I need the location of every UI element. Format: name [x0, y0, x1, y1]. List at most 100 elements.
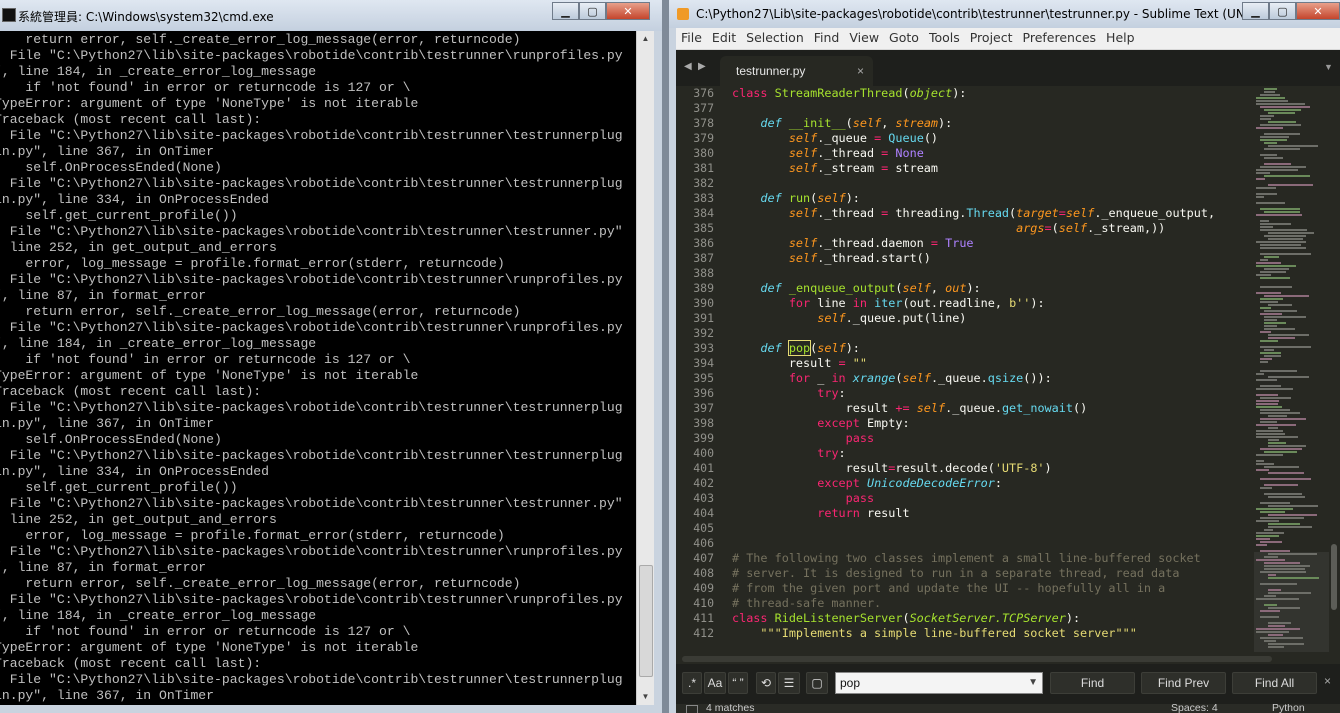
line-number: 393	[693, 341, 714, 355]
status-indentation[interactable]: Spaces: 4	[1171, 704, 1218, 713]
minimap-line	[1260, 610, 1280, 612]
minimap-line	[1256, 463, 1274, 465]
menu-view[interactable]: View	[844, 28, 884, 45]
menu-project[interactable]: Project	[965, 28, 1018, 45]
minimap-line	[1268, 415, 1287, 417]
sublime-window: C:\Python27\Lib\site-packages\robotide\c…	[669, 0, 1340, 713]
scroll-up-icon[interactable]: ▲	[637, 31, 654, 47]
minimap-line	[1260, 583, 1297, 585]
tab-list-icon[interactable]: ▼	[1324, 62, 1333, 72]
maximize-icon[interactable]: ▢	[1269, 2, 1296, 20]
tab-next-icon[interactable]: ▶	[698, 61, 706, 72]
minimap-line	[1264, 91, 1275, 93]
minimap-line	[1260, 346, 1311, 348]
console-output[interactable]: return error, self._create_error_log_mes…	[0, 31, 636, 705]
minimize-icon[interactable]: ▁	[1242, 2, 1269, 20]
close-find-panel-icon[interactable]: ×	[1324, 674, 1331, 688]
case-sensitive-toggle[interactable]: Aa	[704, 672, 726, 694]
code-line: self._thread = None	[788, 146, 924, 160]
minimap-line	[1260, 385, 1281, 387]
menu-file[interactable]: File	[676, 28, 707, 45]
tab-testrunner[interactable]: testrunner.py ×	[720, 56, 873, 86]
close-icon[interactable]: ✕	[606, 2, 650, 20]
menu-tools[interactable]: Tools	[924, 28, 965, 45]
code-line: class StreamReaderThread(object):	[732, 86, 967, 100]
minimap[interactable]	[1254, 86, 1329, 656]
editor-scroll-thumb[interactable]	[1331, 544, 1337, 610]
minimap-line	[1264, 319, 1277, 321]
minimap-line	[1256, 127, 1283, 129]
minimap-line	[1268, 592, 1311, 594]
line-number: 406	[693, 536, 714, 550]
minimap-line	[1264, 556, 1278, 558]
maximize-icon[interactable]: ▢	[579, 2, 606, 20]
find-input[interactable]: pop ▼	[835, 672, 1043, 694]
tab-prev-icon[interactable]: ◀	[684, 61, 692, 72]
minimap-line	[1268, 112, 1295, 114]
line-number: 387	[693, 251, 714, 265]
wrap-toggle-icon[interactable]: ⟲	[756, 672, 776, 694]
minimap-line	[1268, 238, 1303, 240]
line-number: 392	[693, 326, 714, 340]
minimap-line	[1260, 139, 1287, 141]
regex-toggle[interactable]: .*	[682, 672, 702, 694]
minimap-line	[1264, 316, 1306, 318]
minimize-icon[interactable]: ▁	[552, 2, 579, 20]
menu-edit[interactable]: Edit	[707, 28, 741, 45]
minimap-line	[1260, 550, 1290, 552]
code-view[interactable]: class StreamReaderThread(object): def __…	[732, 86, 1254, 656]
minimap-line	[1264, 268, 1289, 270]
panel-toggle-icon[interactable]	[686, 705, 698, 713]
minimap-line	[1256, 274, 1271, 276]
code-line: self._thread.start()	[788, 251, 931, 265]
menu-goto[interactable]: Goto	[884, 28, 924, 45]
menu-help[interactable]: Help	[1101, 28, 1140, 45]
minimap-line	[1256, 454, 1283, 456]
line-number: 403	[693, 491, 714, 505]
find-prev-button[interactable]: Find Prev	[1141, 672, 1226, 694]
sublime-titlebar[interactable]: C:\Python27\Lib\site-packages\robotide\c…	[669, 0, 1340, 28]
menu-preferences[interactable]: Preferences	[1018, 28, 1102, 45]
minimap-line	[1264, 295, 1309, 297]
minimap-line	[1260, 271, 1286, 273]
console-scrollbar[interactable]: ▲ ▼	[636, 31, 654, 705]
line-number: 380	[693, 146, 714, 160]
tab-label: testrunner.py	[736, 64, 806, 78]
code-line: self._queue = Queue()	[788, 131, 939, 145]
menu-find[interactable]: Find	[809, 28, 845, 45]
minimap-line	[1264, 562, 1300, 564]
find-button[interactable]: Find	[1050, 672, 1135, 694]
menu-selection[interactable]: Selection	[741, 28, 809, 45]
minimap-line	[1256, 202, 1285, 204]
minimap-line	[1256, 559, 1285, 561]
line-number: 388	[693, 266, 714, 280]
tab-close-icon[interactable]: ×	[857, 64, 864, 78]
find-all-button[interactable]: Find All	[1232, 672, 1317, 694]
horizontal-scrollbar[interactable]	[682, 656, 1272, 662]
minimap-line	[1256, 100, 1288, 102]
in-selection-toggle-icon[interactable]: ☰	[778, 672, 800, 694]
code-line: for _ in xrange(self._queue.qsize()):	[788, 371, 1052, 385]
scroll-thumb[interactable]	[639, 565, 653, 677]
minimap-line	[1260, 397, 1291, 399]
minimap-line	[1256, 193, 1277, 195]
highlight-matches-toggle-icon[interactable]: ▢	[806, 672, 828, 694]
minimap-line	[1256, 436, 1298, 438]
editor-scrollbar[interactable]	[1329, 86, 1340, 656]
close-icon[interactable]: ✕	[1296, 2, 1340, 20]
line-number: 405	[693, 521, 714, 535]
minimap-line	[1256, 424, 1296, 426]
line-number-gutter: 376 377 378 379 380 381 382 383 384 385 386 387 388 3…	[676, 86, 714, 656]
status-syntax[interactable]: Python	[1272, 704, 1305, 713]
line-number: 401	[693, 461, 714, 475]
cmd-titlebar[interactable]: 系統管理員: C:\Windows\system32\cmd.exe ▁ ▢ ✕	[0, 0, 662, 31]
find-query: pop	[840, 676, 861, 690]
whole-word-toggle[interactable]: “ ”	[728, 672, 748, 694]
minimap-line	[1256, 433, 1285, 435]
minimap-line	[1256, 598, 1299, 600]
minimap-line	[1268, 121, 1296, 123]
minimap-line	[1256, 292, 1281, 294]
line-number: 382	[693, 176, 714, 190]
chevron-down-icon[interactable]: ▼	[1028, 673, 1038, 693]
scroll-down-icon[interactable]: ▼	[637, 689, 654, 705]
